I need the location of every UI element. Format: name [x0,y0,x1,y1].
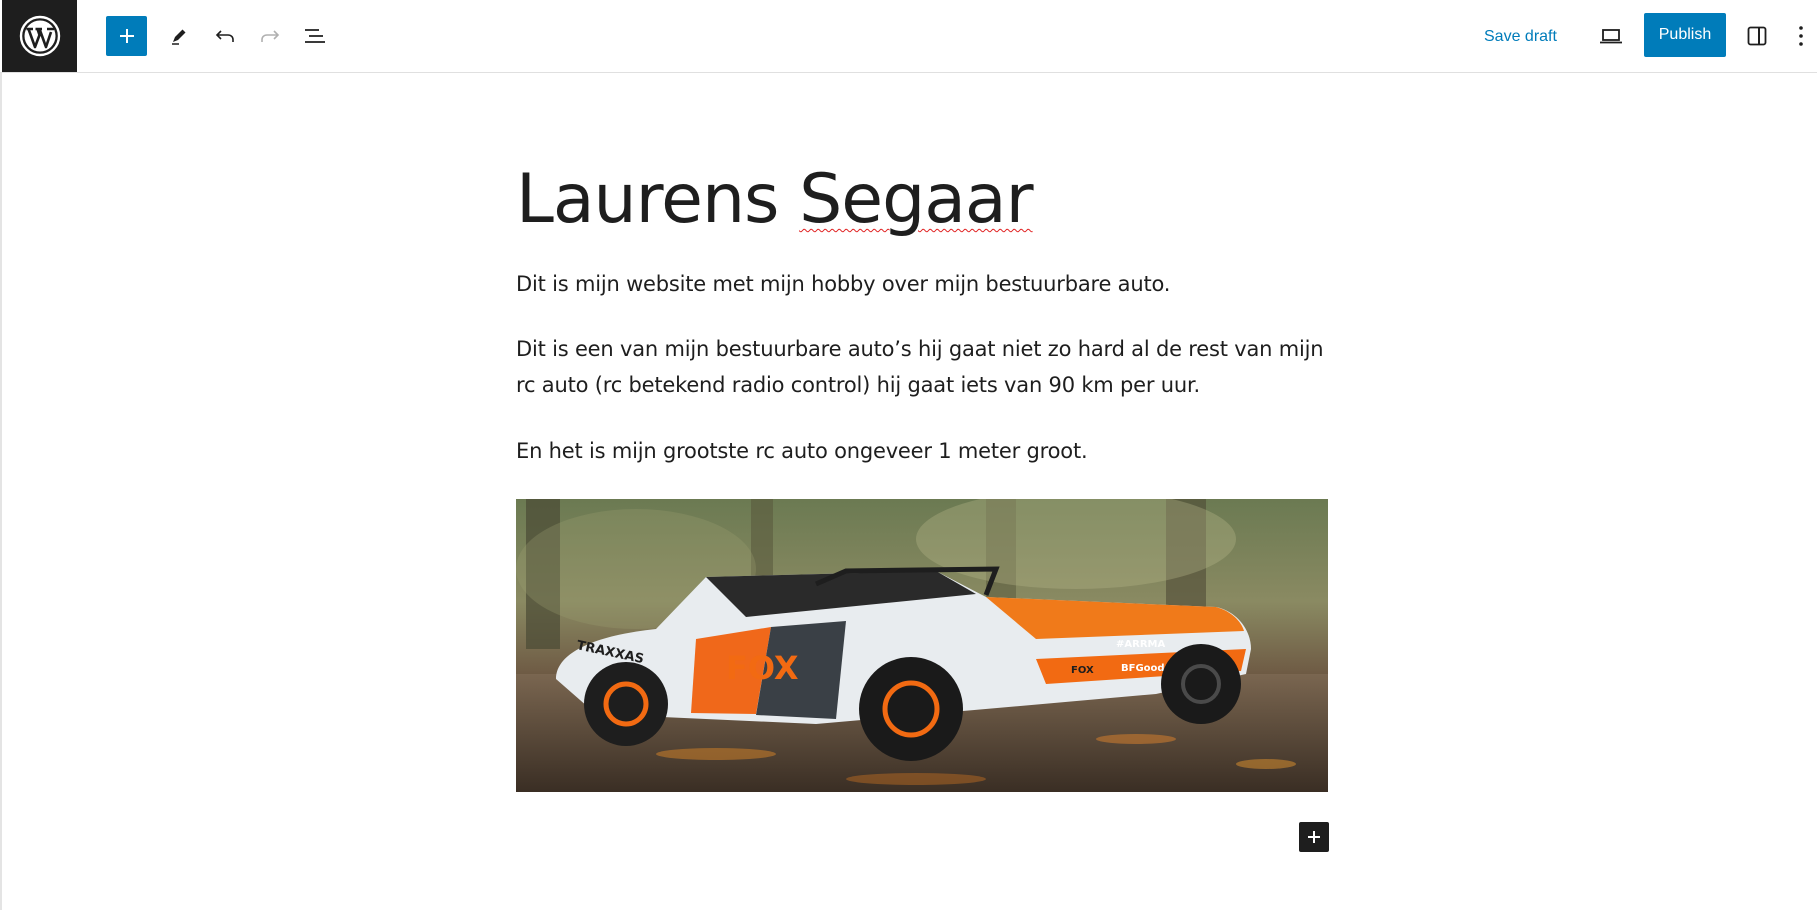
post-title[interactable]: Laurens Segaar [516,150,1034,250]
plus-icon [119,29,134,43]
truck-side-logo: FOX [726,649,799,687]
editor-header: Save draft Publish [0,0,1817,73]
tools-button[interactable] [158,15,200,57]
post-title-misspelled-word: Segaar [799,160,1033,239]
desktop-preview-icon [1600,29,1622,44]
truck-fender-logo: FOX [1071,665,1094,676]
wordpress-icon[interactable] [2,0,77,72]
save-draft-button[interactable]: Save draft [1484,24,1557,50]
redo-button[interactable] [249,15,291,57]
plus-icon [1308,831,1320,843]
redo-icon [261,30,280,42]
image-block[interactable]: FOX TRAXXAS #ARRMA BFGoodrich FOX [516,499,1328,792]
rc-truck-photo: FOX TRAXXAS #ARRMA BFGoodrich FOX [516,499,1328,792]
truck-hood-logo: #ARRMA [1116,639,1165,650]
preview-button[interactable] [1590,15,1632,57]
canvas-border [0,73,2,910]
sidebar-settings-icon [1747,26,1767,46]
publish-button[interactable]: Publish [1644,13,1726,57]
paragraph-block[interactable]: En het is mijn grootste rc auto ongeveer… [516,433,1328,469]
add-block-button[interactable] [106,16,147,56]
paragraph-block[interactable]: Dit is een van mijn bestuurbare auto’s h… [516,331,1328,403]
list-view-icon [305,29,325,43]
settings-button[interactable] [1736,15,1778,57]
paragraph-block[interactable]: Dit is mijn website met mijn hobby over … [516,266,1328,302]
more-vertical-icon [1799,26,1803,46]
post-title-first-word: Laurens [516,160,800,239]
add-block-appender-button[interactable] [1299,822,1329,852]
pencil-icon [172,29,186,45]
undo-icon [215,30,234,42]
list-view-button[interactable] [294,15,336,57]
undo-button[interactable] [204,15,246,57]
options-button[interactable] [1788,15,1814,57]
